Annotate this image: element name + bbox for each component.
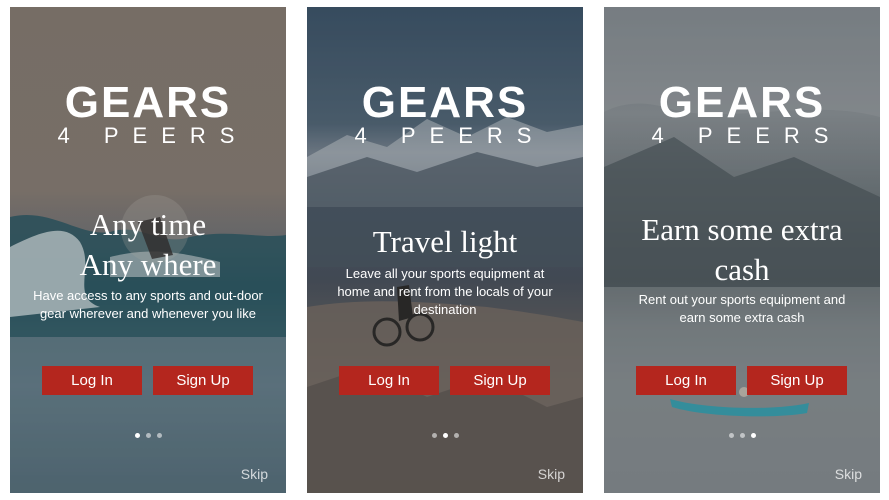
logo-title: GEARS	[64, 78, 232, 127]
logo-title: GEARS	[361, 78, 529, 127]
onboarding-screen-2: GEARS 4 PEERS Travel light Leave all you…	[307, 7, 583, 493]
page-dot[interactable]	[453, 433, 459, 438]
skip-link[interactable]: Skip	[835, 466, 862, 482]
onboarding-description: Leave all your sports equipment at home …	[337, 266, 553, 317]
login-button[interactable]: Log In	[636, 366, 736, 395]
login-button[interactable]: Log In	[339, 366, 439, 395]
pagination-dots	[307, 433, 583, 438]
page-dot[interactable]	[431, 433, 437, 438]
pagination-dots	[10, 433, 286, 438]
onboarding-heading: Travel light	[315, 222, 575, 262]
heading-line: cash	[714, 252, 770, 287]
onboarding-heading: Any time Any where	[18, 205, 278, 285]
onboarding-screen-3: GEARS 4 PEERS Earn some extra cash Rent …	[604, 7, 880, 493]
pagination-dots	[604, 433, 880, 438]
page-dot[interactable]	[750, 433, 756, 438]
skip-link[interactable]: Skip	[241, 466, 268, 482]
logo-subtitle: 4 PEERS	[57, 123, 249, 148]
signup-button[interactable]: Sign Up	[450, 366, 550, 395]
onboarding-description: Have access to any sports and out-door g…	[33, 288, 263, 321]
page-dot[interactable]	[442, 433, 448, 438]
heading-line: Earn some extra	[641, 212, 843, 247]
page-dot[interactable]	[134, 433, 140, 438]
signup-button[interactable]: Sign Up	[153, 366, 253, 395]
onboarding-description: Rent out your sports equipment and earn …	[638, 292, 846, 325]
skip-link[interactable]: Skip	[538, 466, 565, 482]
page-dot[interactable]	[156, 433, 162, 438]
logo-title: GEARS	[658, 78, 826, 127]
logo-subtitle: 4 PEERS	[651, 123, 843, 148]
page-dot[interactable]	[728, 433, 734, 438]
page-dot[interactable]	[145, 433, 151, 438]
signup-button[interactable]: Sign Up	[747, 366, 847, 395]
heading-line: Travel light	[372, 224, 518, 259]
logo-subtitle: 4 PEERS	[354, 123, 546, 148]
login-button[interactable]: Log In	[42, 366, 142, 395]
heading-line: Any time	[89, 207, 207, 242]
onboarding-heading: Earn some extra cash	[612, 210, 872, 290]
page-dot[interactable]	[739, 433, 745, 438]
onboarding-screen-1: GEARS 4 PEERS Any time Any where Have ac…	[10, 7, 286, 493]
heading-line: Any where	[79, 247, 217, 282]
